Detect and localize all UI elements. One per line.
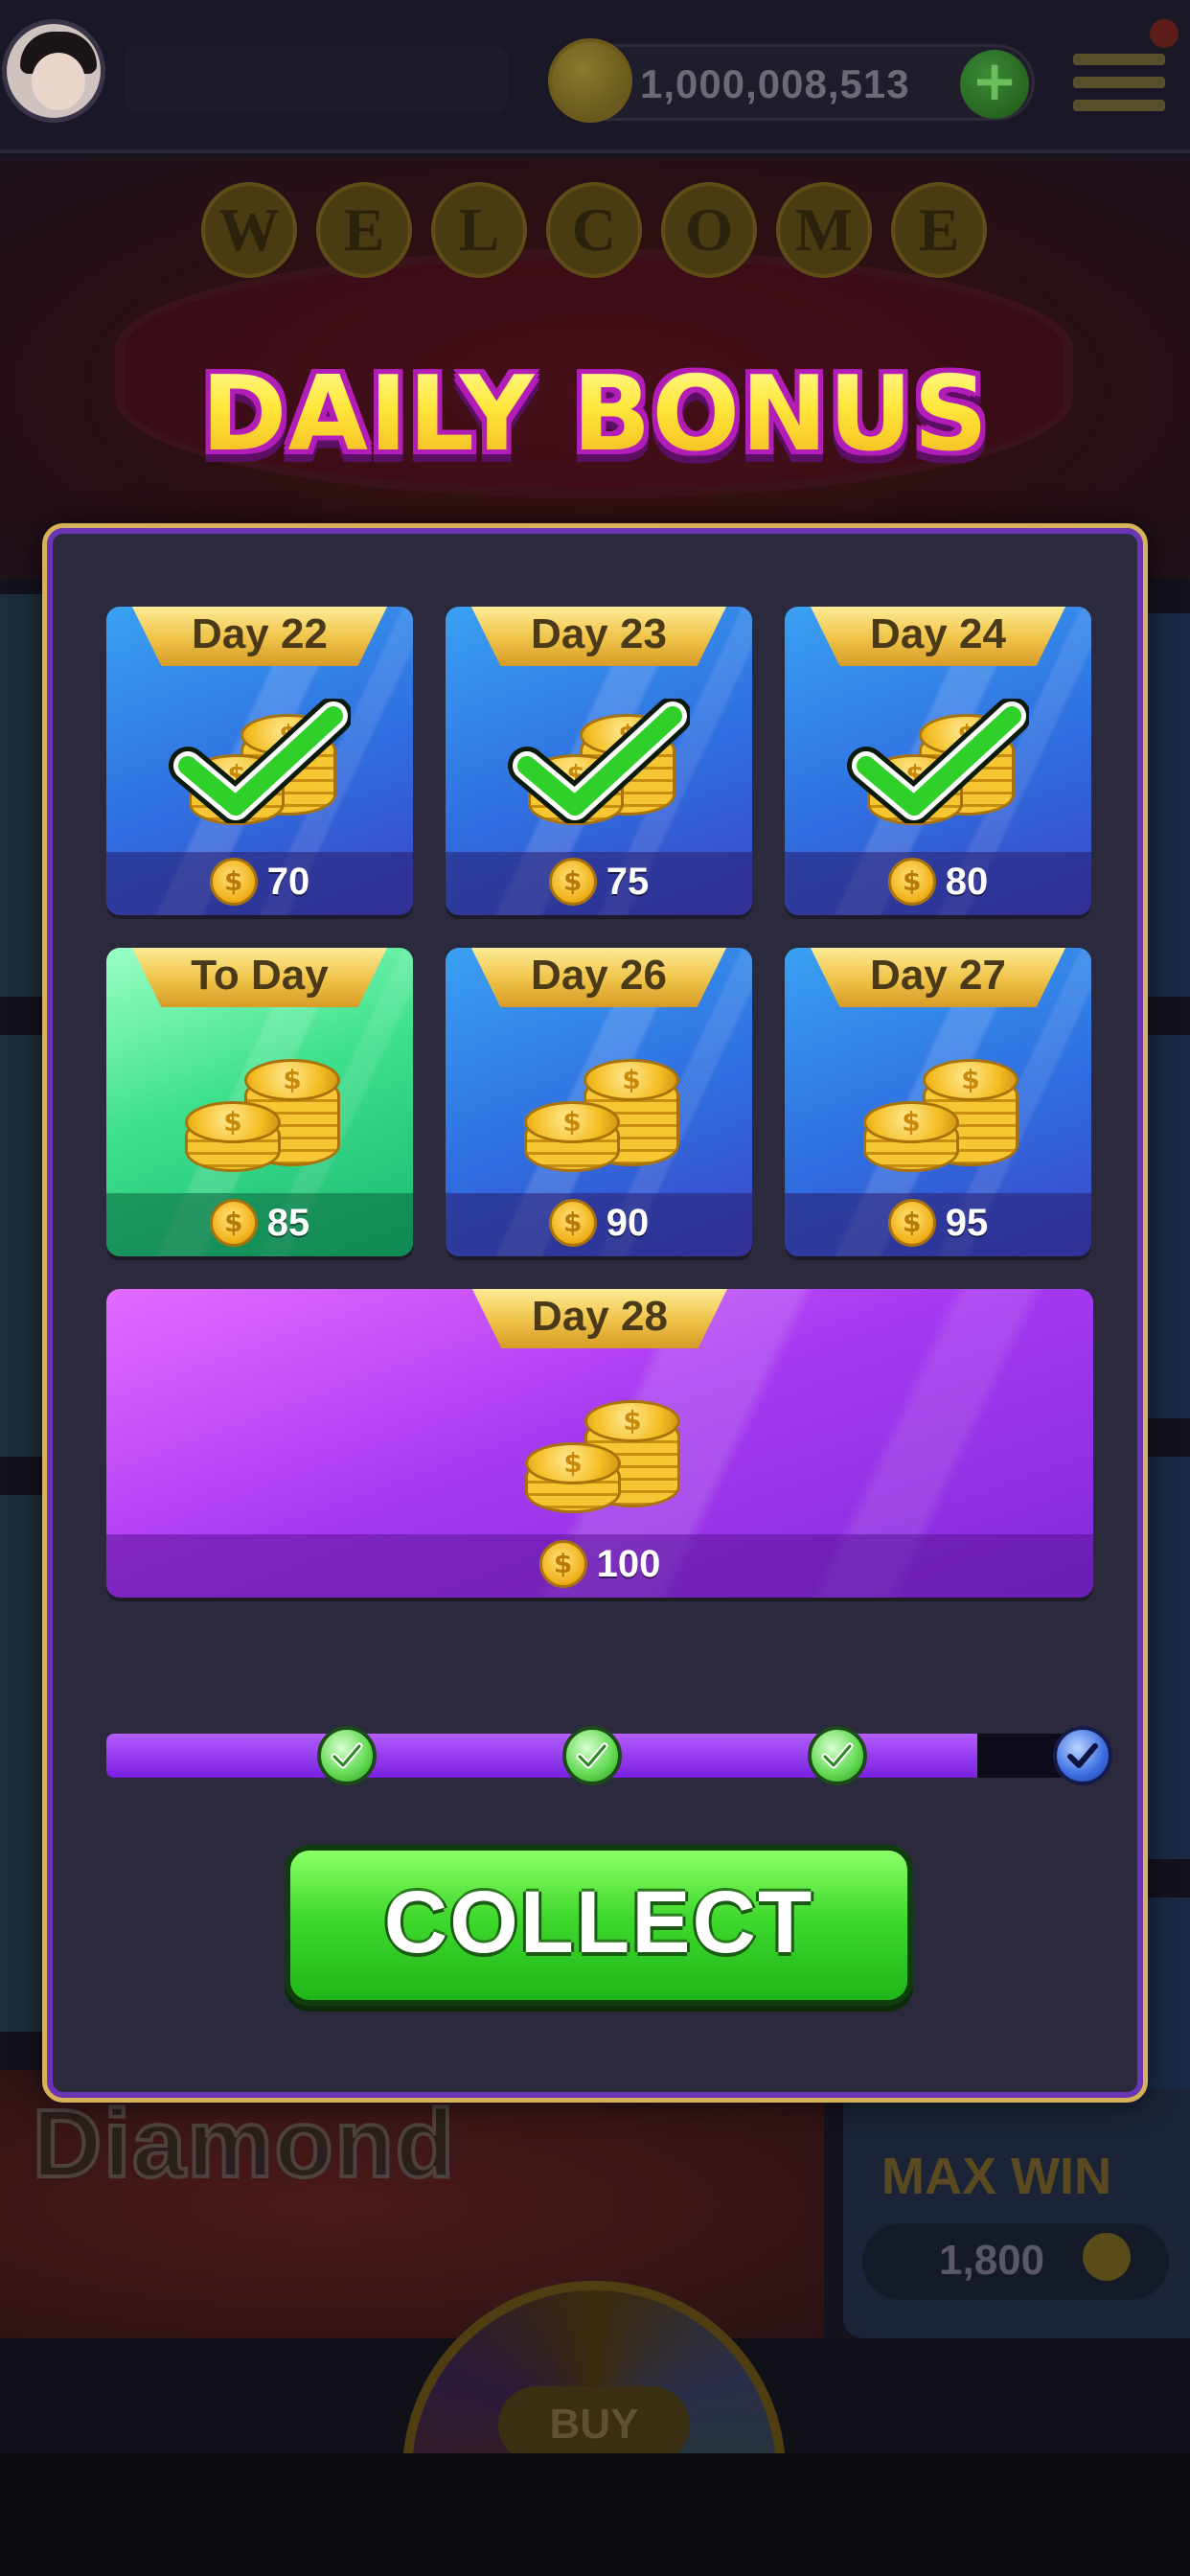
check-icon bbox=[169, 697, 353, 825]
home-indicator-area bbox=[0, 2453, 1190, 2576]
reward: $ 95 bbox=[785, 1199, 1091, 1247]
lobby-card-left bbox=[0, 1035, 42, 1457]
reward: $ 75 bbox=[446, 858, 752, 906]
coin-stack-icon: $ $ bbox=[852, 1036, 1024, 1180]
welcome-letter: E bbox=[316, 182, 412, 278]
daily-bonus-modal: $ $ $ 70 Day 22 $ $ $ 75 Day 23 $ $ $ 80… bbox=[42, 523, 1148, 2103]
day-card-27[interactable]: $ $ $ 95 Day 27 bbox=[785, 948, 1091, 1256]
day-ribbon: Day 24 bbox=[809, 607, 1067, 670]
coin-icon: $ bbox=[548, 858, 597, 906]
lobby-card-left bbox=[0, 1495, 42, 2032]
reward: $ 90 bbox=[446, 1199, 752, 1247]
notification-badge bbox=[1150, 19, 1179, 48]
day-card-22[interactable]: $ $ $ 70 Day 22 bbox=[106, 607, 413, 915]
player-name-box bbox=[125, 46, 508, 113]
welcome-letter: O bbox=[661, 182, 757, 278]
day-label: Day 26 bbox=[531, 952, 667, 999]
day-ribbon: Day 26 bbox=[469, 948, 728, 1011]
milestone-check-icon bbox=[562, 1726, 622, 1785]
day-label: Day 28 bbox=[532, 1293, 668, 1340]
coin-stack-icon: $ $ bbox=[513, 1036, 685, 1180]
coin-icon: $ bbox=[548, 1199, 597, 1247]
day-ribbon: To Day bbox=[130, 948, 389, 1011]
welcome-letter: C bbox=[546, 182, 642, 278]
buy-button[interactable]: BUY bbox=[498, 2386, 690, 2463]
day-ribbon: Day 28 bbox=[470, 1289, 729, 1352]
day-ribbon: Day 27 bbox=[809, 948, 1067, 1011]
welcome-letter: E bbox=[891, 182, 987, 278]
reward: $ 100 bbox=[106, 1540, 1093, 1588]
coin-icon: $ bbox=[209, 1199, 258, 1247]
game-title-partial: Diamond bbox=[31, 2088, 456, 2199]
day-label: Day 22 bbox=[192, 610, 328, 657]
max-win-label: MAX WIN bbox=[881, 2148, 1111, 2205]
day-card-23[interactable]: $ $ $ 75 Day 23 bbox=[446, 607, 752, 915]
welcome-letter: L bbox=[431, 182, 527, 278]
welcome-letters: W E L C O M E bbox=[201, 182, 987, 297]
reward: $ 70 bbox=[106, 858, 413, 906]
day-ribbon: Day 23 bbox=[469, 607, 728, 670]
collect-label: COLLECT bbox=[383, 1874, 814, 1971]
milestone-check-icon bbox=[808, 1726, 867, 1785]
avatar-face bbox=[32, 53, 85, 110]
coin-icon bbox=[548, 38, 632, 123]
day-card-today[interactable]: $ $ $ 85 To Day bbox=[106, 948, 413, 1256]
check-icon bbox=[508, 697, 692, 825]
coin-balance: 1,000,008,513 bbox=[640, 61, 910, 106]
day-card-26[interactable]: $ $ $ 90 Day 26 bbox=[446, 948, 752, 1256]
welcome-letter: M bbox=[776, 182, 872, 278]
day-card-28[interactable]: $ $ $ 100 Day 28 bbox=[106, 1289, 1093, 1598]
reward: $ 85 bbox=[106, 1199, 413, 1247]
coin-stack-icon: $ $ bbox=[173, 1036, 346, 1180]
day-card-24[interactable]: $ $ $ 80 Day 24 bbox=[785, 607, 1091, 915]
reward-amount: 100 bbox=[596, 1542, 661, 1585]
add-coins-button[interactable]: + bbox=[960, 50, 1029, 119]
coin-stack-icon: $ $ bbox=[514, 1377, 686, 1521]
coin-icon: $ bbox=[887, 858, 936, 906]
max-win-panel bbox=[843, 2089, 1190, 2338]
reward-amount: 90 bbox=[606, 1201, 650, 1244]
lobby-card-left bbox=[0, 594, 42, 997]
reward-amount: 70 bbox=[266, 860, 310, 903]
check-icon bbox=[847, 697, 1031, 825]
day-label: Day 23 bbox=[531, 610, 667, 657]
avatar[interactable] bbox=[2, 19, 105, 123]
reward-amount: 80 bbox=[945, 860, 989, 903]
menu-icon[interactable] bbox=[1073, 54, 1165, 121]
welcome-letter: W bbox=[201, 182, 297, 278]
reward-amount: 75 bbox=[606, 860, 650, 903]
reward: $ 80 bbox=[785, 858, 1091, 906]
coin-icon: $ bbox=[209, 858, 258, 906]
reward-amount: 95 bbox=[945, 1201, 989, 1244]
coin-icon: $ bbox=[538, 1540, 587, 1588]
day-label: To Day bbox=[191, 952, 329, 999]
reward-amount: 85 bbox=[266, 1201, 310, 1244]
collect-button[interactable]: COLLECT bbox=[285, 1845, 913, 2006]
milestone-final-check-icon bbox=[1053, 1726, 1112, 1785]
modal-title: DAILY BONUS bbox=[0, 355, 1190, 474]
day-label: Day 27 bbox=[870, 952, 1006, 999]
coin-icon: $ bbox=[887, 1199, 936, 1247]
max-win-value: 1,800 bbox=[939, 2237, 1045, 2284]
milestone-check-icon bbox=[317, 1726, 377, 1785]
day-ribbon: Day 22 bbox=[130, 607, 389, 670]
day-label: Day 24 bbox=[870, 610, 1006, 657]
coin-icon bbox=[1083, 2233, 1131, 2281]
